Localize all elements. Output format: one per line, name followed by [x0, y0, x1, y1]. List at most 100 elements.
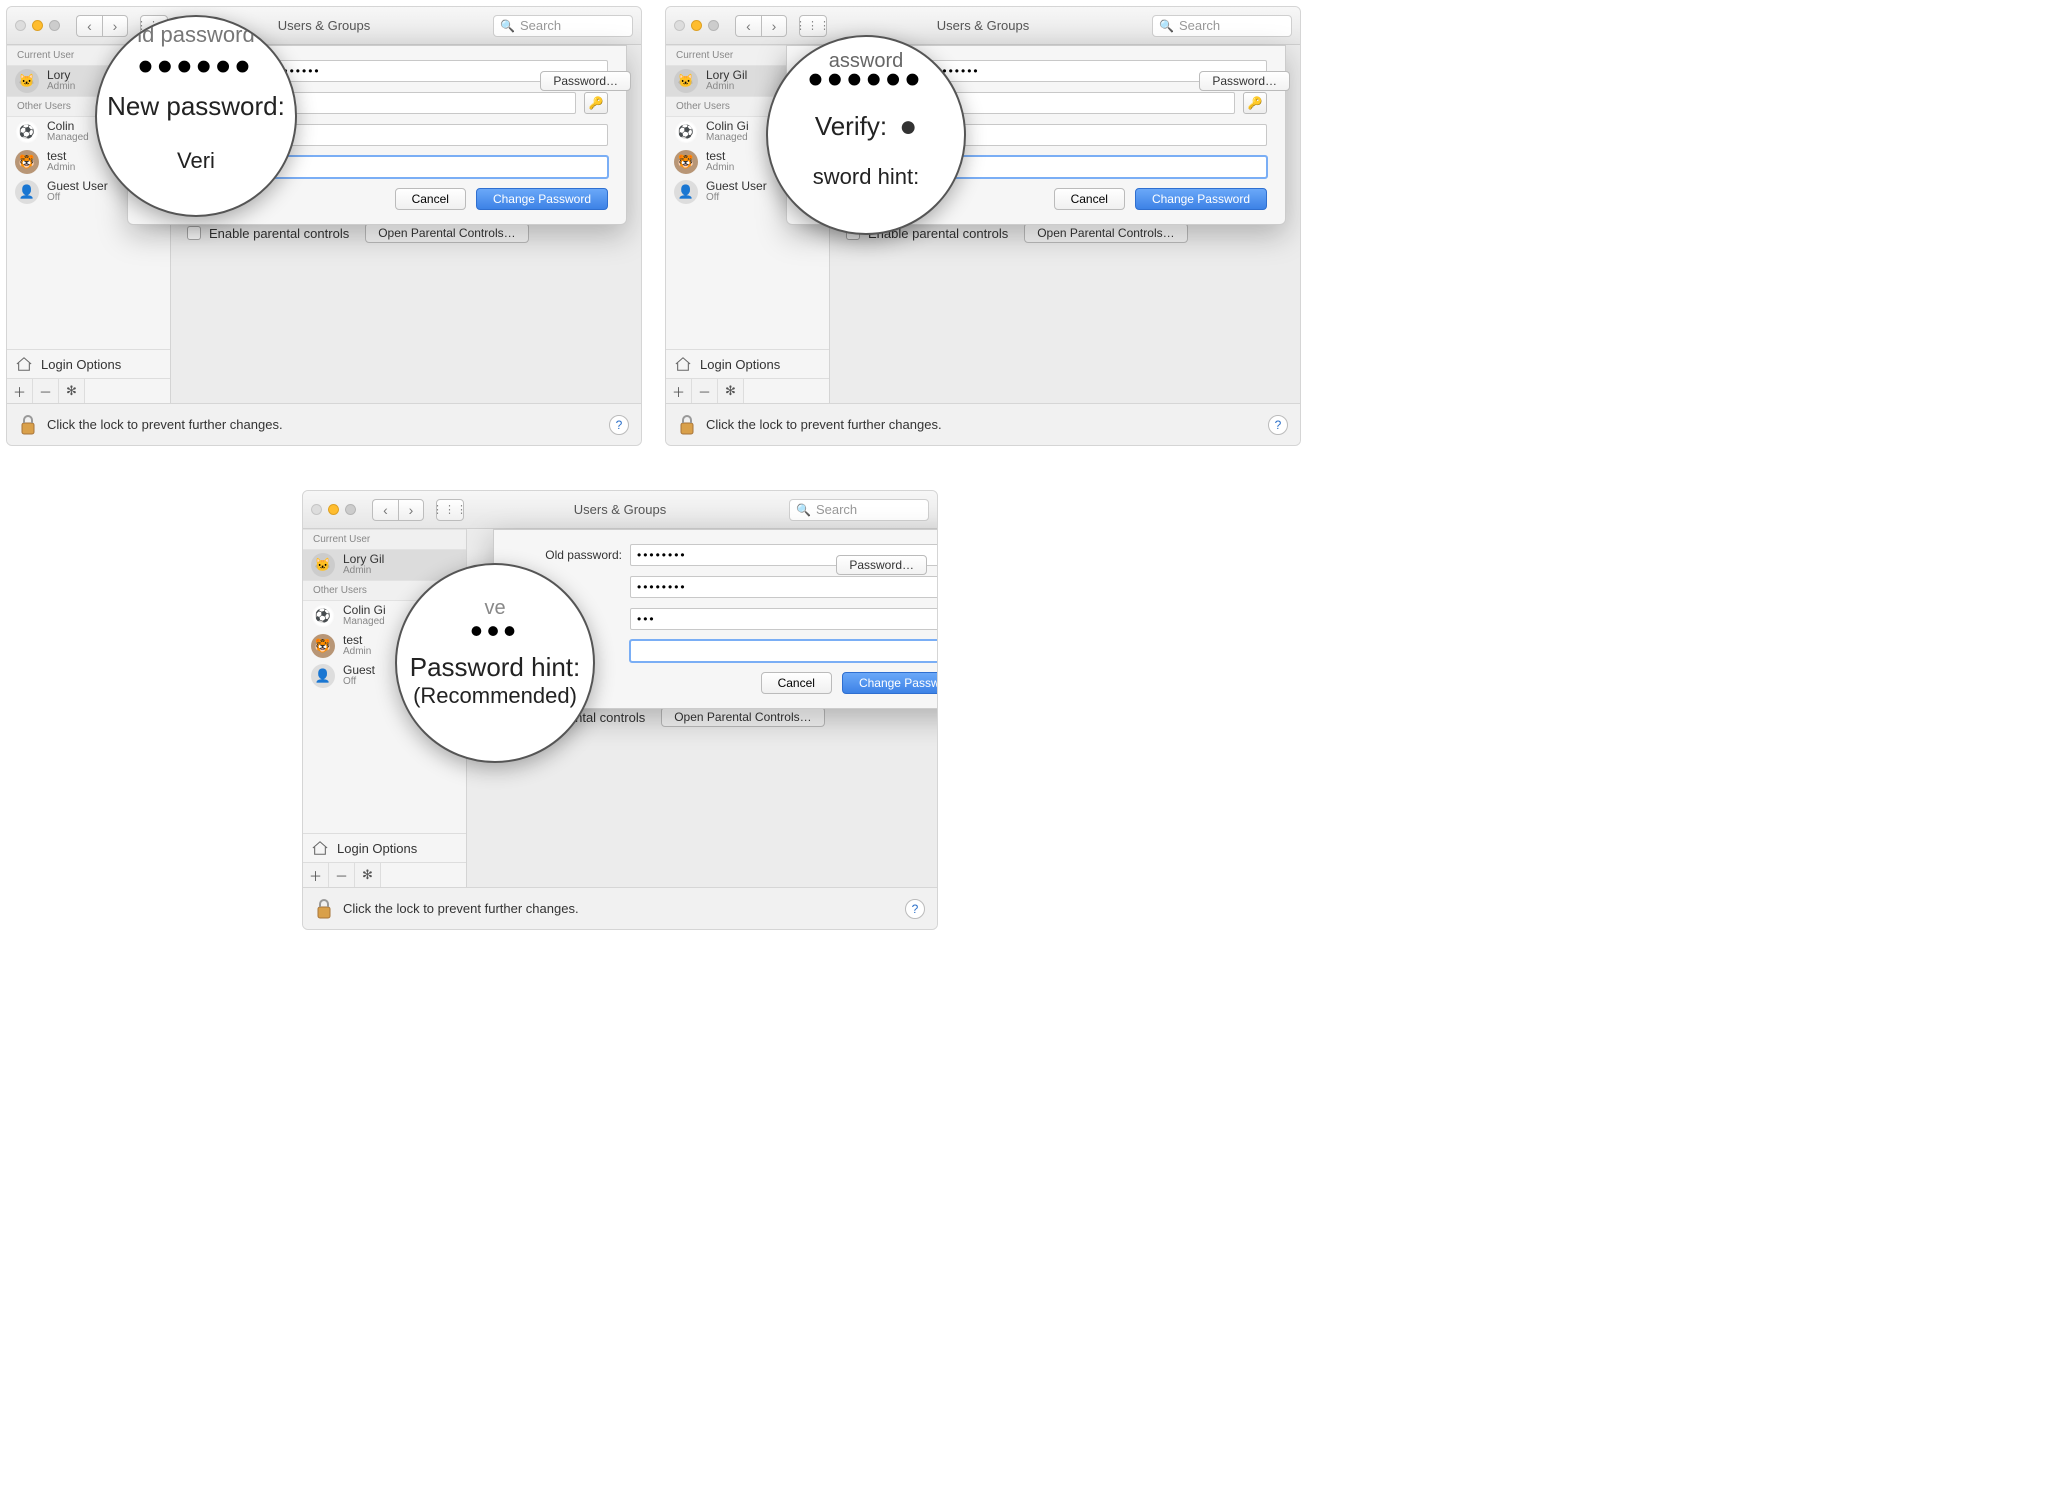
- forward-button[interactable]: ›: [102, 15, 128, 37]
- current-user-label: Current User: [303, 529, 466, 550]
- minimize-dot-icon[interactable]: [328, 504, 339, 515]
- close-dot-icon[interactable]: [674, 20, 685, 31]
- sidebar-bottom-toolbar: ＋ － ✻: [7, 378, 170, 403]
- cancel-button[interactable]: Cancel: [395, 188, 466, 210]
- password-assistant-icon[interactable]: 🔑: [584, 92, 608, 114]
- home-icon: [15, 356, 33, 372]
- change-password-submit-button[interactable]: Change Password: [476, 188, 608, 210]
- toolbar: ‹ › ⋮⋮⋮ Users & Groups 🔍 Search: [666, 7, 1300, 45]
- avatar-icon: ⚽: [311, 604, 335, 628]
- close-dot-icon[interactable]: [15, 20, 26, 31]
- avatar-icon: 🐱: [311, 553, 335, 577]
- change-password-button[interactable]: Password…: [836, 555, 927, 575]
- traffic-lights: [311, 504, 356, 515]
- sidebar-bottom-toolbar: ＋ － ✻: [303, 862, 466, 887]
- avatar-icon: 👤: [674, 180, 698, 204]
- change-password-button[interactable]: Password…: [1199, 71, 1290, 91]
- sidebar-bottom-toolbar: ＋ － ✻: [666, 378, 829, 403]
- nav-buttons: ‹ ›: [735, 15, 787, 37]
- lock-icon[interactable]: [19, 414, 37, 436]
- zoom-dot-icon[interactable]: [345, 504, 356, 515]
- remove-user-button[interactable]: －: [329, 863, 355, 887]
- search-placeholder: Search: [520, 18, 561, 33]
- close-dot-icon[interactable]: [311, 504, 322, 515]
- back-button[interactable]: ‹: [372, 499, 398, 521]
- search-field[interactable]: 🔍 Search: [493, 15, 633, 37]
- avatar-icon: 🐯: [311, 634, 335, 658]
- minimize-dot-icon[interactable]: [32, 20, 43, 31]
- add-user-button[interactable]: ＋: [666, 379, 692, 403]
- sidebar-item-lory[interactable]: 🐱 Lory Gil Admin: [303, 550, 466, 580]
- search-field[interactable]: 🔍 Search: [1152, 15, 1292, 37]
- verify-input[interactable]: [264, 124, 608, 146]
- hint-input[interactable]: [630, 640, 938, 662]
- sidebar-settings-button[interactable]: ✻: [355, 863, 381, 887]
- avatar-icon: 🐱: [674, 69, 698, 93]
- verify-input[interactable]: [630, 608, 938, 630]
- search-icon: 🔍: [1159, 19, 1174, 33]
- traffic-lights: [15, 20, 60, 31]
- open-parental-controls-button[interactable]: Open Parental Controls…: [1024, 223, 1187, 243]
- new-password-input[interactable]: [630, 576, 938, 598]
- show-all-button[interactable]: ⋮⋮⋮: [799, 15, 827, 37]
- cancel-button[interactable]: Cancel: [761, 672, 832, 694]
- forward-button[interactable]: ›: [398, 499, 424, 521]
- sidebar-settings-button[interactable]: ✻: [718, 379, 744, 403]
- avatar-icon: 🐯: [15, 150, 39, 174]
- footer: Click the lock to prevent further change…: [666, 403, 1300, 445]
- toolbar: ‹ › ⋮⋮⋮ Users & Groups 🔍 Search: [303, 491, 937, 529]
- home-icon: [311, 840, 329, 856]
- users-groups-window-2: ‹ › ⋮⋮⋮ Users & Groups 🔍 Search Password…: [665, 6, 1301, 446]
- remove-user-button[interactable]: －: [692, 379, 718, 403]
- search-field[interactable]: 🔍 Search: [789, 499, 929, 521]
- password-assistant-icon[interactable]: 🔑: [1243, 92, 1267, 114]
- cancel-button[interactable]: Cancel: [1054, 188, 1125, 210]
- checkbox-icon[interactable]: [187, 226, 201, 240]
- forward-button[interactable]: ›: [761, 15, 787, 37]
- footer: Click the lock to prevent further change…: [303, 887, 937, 929]
- verify-input[interactable]: [923, 124, 1267, 146]
- login-options-button[interactable]: Login Options: [666, 349, 829, 378]
- show-all-button[interactable]: ⋮⋮⋮: [436, 499, 464, 521]
- magnifier-lens: ve ••• Password hint: (Recommended): [395, 563, 595, 763]
- lock-text: Click the lock to prevent further change…: [343, 901, 579, 916]
- lock-text: Click the lock to prevent further change…: [706, 417, 942, 432]
- home-icon: [674, 356, 692, 372]
- login-options-button[interactable]: Login Options: [7, 349, 170, 378]
- hint-input[interactable]: [264, 156, 608, 178]
- zoom-dot-icon[interactable]: [49, 20, 60, 31]
- help-button[interactable]: ?: [609, 415, 629, 435]
- new-password-input[interactable]: [264, 92, 576, 114]
- password-dots: •••: [470, 620, 520, 642]
- add-user-button[interactable]: ＋: [303, 863, 329, 887]
- password-dots: ••••••: [138, 54, 254, 80]
- lock-icon[interactable]: [315, 898, 333, 920]
- avatar-icon: 🐱: [15, 69, 39, 93]
- lock-icon[interactable]: [678, 414, 696, 436]
- zoom-dot-icon[interactable]: [708, 20, 719, 31]
- lock-text: Click the lock to prevent further change…: [47, 417, 283, 432]
- avatar-icon: ⚽: [674, 120, 698, 144]
- sidebar-settings-button[interactable]: ✻: [59, 379, 85, 403]
- help-button[interactable]: ?: [905, 899, 925, 919]
- search-placeholder: Search: [816, 502, 857, 517]
- remove-user-button[interactable]: －: [33, 379, 59, 403]
- change-password-button[interactable]: Password…: [540, 71, 631, 91]
- open-parental-controls-button[interactable]: Open Parental Controls…: [365, 223, 528, 243]
- help-button[interactable]: ?: [1268, 415, 1288, 435]
- back-button[interactable]: ‹: [735, 15, 761, 37]
- avatar-icon: 🐯: [674, 150, 698, 174]
- login-options-button[interactable]: Login Options: [303, 833, 466, 862]
- hint-input[interactable]: [923, 156, 1267, 178]
- minimize-dot-icon[interactable]: [691, 20, 702, 31]
- nav-buttons: ‹ ›: [76, 15, 128, 37]
- back-button[interactable]: ‹: [76, 15, 102, 37]
- option-parental: Enable parental controls: [209, 226, 349, 241]
- open-parental-controls-button[interactable]: Open Parental Controls…: [661, 707, 824, 727]
- add-user-button[interactable]: ＋: [7, 379, 33, 403]
- avatar-icon: 👤: [311, 664, 335, 688]
- change-password-submit-button[interactable]: Change Password: [842, 672, 938, 694]
- new-password-input[interactable]: [923, 92, 1235, 114]
- change-password-submit-button[interactable]: Change Password: [1135, 188, 1267, 210]
- nav-buttons: ‹ ›: [372, 499, 424, 521]
